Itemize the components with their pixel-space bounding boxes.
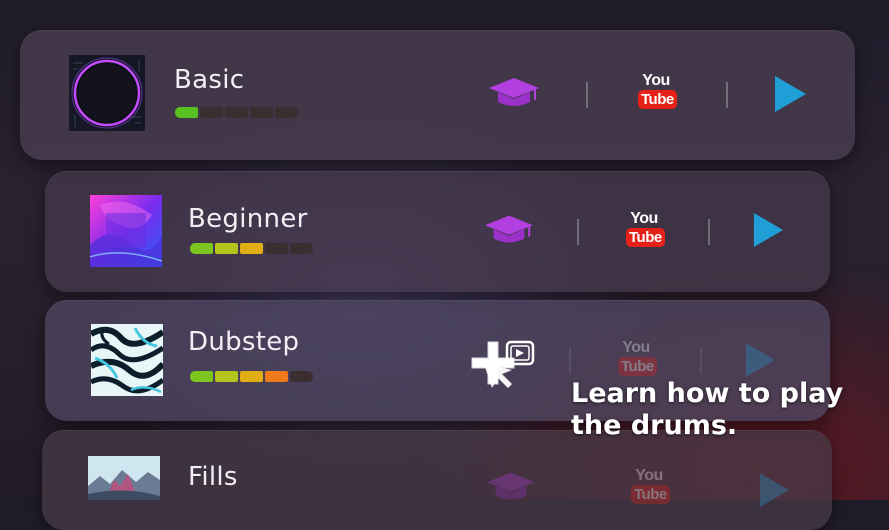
youtube-you-text: You	[630, 210, 658, 227]
difficulty-segment	[215, 371, 238, 382]
youtube-icon[interactable]: You Tube	[618, 339, 657, 376]
youtube-tube-text: Tube	[631, 485, 670, 504]
lesson-thumbnail	[88, 456, 160, 500]
play-icon[interactable]	[744, 342, 776, 382]
divider	[577, 219, 579, 245]
youtube-you-text: You	[622, 339, 650, 356]
youtube-you-text: You	[635, 467, 663, 484]
tutorial-text: Learn how to play the drums.	[571, 378, 871, 442]
lesson-thumbnail	[69, 55, 145, 131]
difficulty-segment	[250, 107, 273, 118]
difficulty-segment	[190, 371, 213, 382]
divider	[586, 82, 588, 108]
lesson-title: Dubstep	[188, 327, 300, 357]
play-icon[interactable]	[773, 75, 807, 117]
difficulty-segment	[290, 243, 313, 254]
difficulty-segment	[265, 243, 288, 254]
graduation-cap-icon[interactable]	[488, 76, 540, 114]
divider	[700, 348, 702, 374]
graduation-cap-icon[interactable]	[484, 213, 534, 251]
lesson-card-basic[interactable]: Basic You Tube	[20, 30, 855, 160]
difficulty-segment	[215, 243, 238, 254]
lesson-title: Beginner	[188, 204, 308, 234]
difficulty-segment	[240, 243, 263, 254]
difficulty-segment	[265, 371, 288, 382]
lesson-thumbnail	[90, 195, 162, 267]
difficulty-segment	[290, 371, 313, 382]
youtube-icon[interactable]: You Tube	[631, 467, 670, 504]
graduation-cap-icon[interactable]	[486, 470, 536, 508]
lesson-card-fills[interactable]: Fills You Tube	[42, 430, 832, 530]
youtube-icon[interactable]: You Tube	[626, 210, 665, 247]
difficulty-segment	[190, 243, 213, 254]
youtube-you-text: You	[642, 72, 670, 89]
difficulty-segment	[275, 107, 298, 118]
youtube-tube-text: Tube	[638, 90, 677, 109]
difficulty-segment	[225, 107, 248, 118]
lesson-thumbnail	[91, 324, 163, 396]
difficulty-segment	[175, 107, 198, 118]
youtube-tube-text: Tube	[626, 228, 665, 247]
tutorial-line-1: Learn how to play	[571, 378, 844, 409]
divider	[569, 348, 571, 374]
difficulty-segment	[240, 371, 263, 382]
difficulty-bar	[190, 243, 313, 254]
lesson-title: Fills	[188, 462, 238, 492]
youtube-tube-text: Tube	[618, 357, 657, 376]
tutorial-line-2: the drums.	[571, 410, 738, 441]
play-icon[interactable]	[758, 472, 790, 512]
difficulty-bar	[190, 371, 313, 382]
difficulty-segment	[200, 107, 223, 118]
difficulty-bar	[175, 107, 298, 118]
play-icon[interactable]	[752, 212, 784, 252]
tap-gesture-icon	[470, 338, 538, 396]
youtube-icon[interactable]: You Tube	[638, 72, 677, 109]
lesson-card-beginner[interactable]: Beginner You Tube	[45, 171, 830, 292]
divider	[708, 219, 710, 245]
divider	[726, 82, 728, 108]
lesson-title: Basic	[174, 65, 245, 95]
